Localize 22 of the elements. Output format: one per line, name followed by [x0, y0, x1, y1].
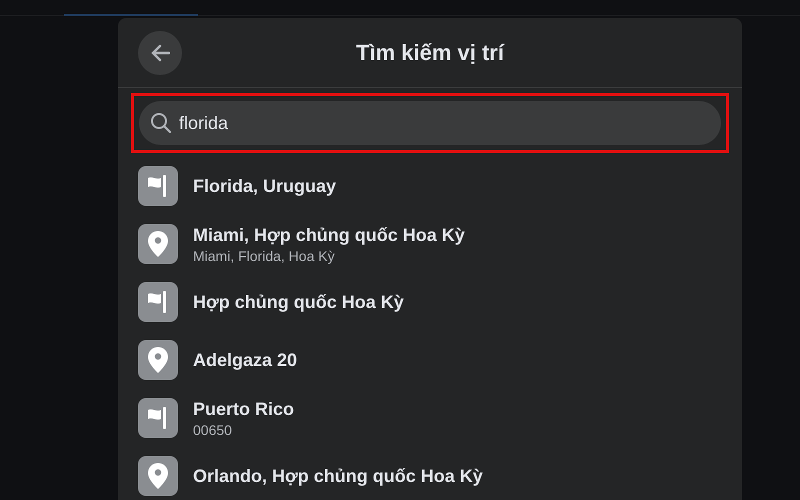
pin-icon [147, 230, 169, 258]
search-field[interactable]: florida [139, 101, 721, 145]
location-result[interactable]: Hợp chủng quốc Hoa Kỳ [118, 273, 742, 331]
result-subtitle: 00650 [193, 420, 233, 438]
result-title: Miami, Hợp chủng quốc Hoa Kỳ [193, 224, 465, 246]
result-title: Puerto Rico [193, 398, 294, 420]
location-result[interactable]: Puerto Rico 00650 [118, 389, 742, 447]
location-result[interactable]: Adelgaza 20 [118, 331, 742, 389]
result-subtitle: Miami, Florida, Hoa Kỳ [193, 246, 336, 264]
location-result[interactable]: Florida, Uruguay [118, 157, 742, 215]
pin-icon [147, 462, 169, 490]
result-title: Florida, Uruguay [193, 174, 336, 198]
result-title: Hợp chủng quốc Hoa Kỳ [193, 290, 404, 314]
result-title: Adelgaza 20 [193, 348, 298, 372]
location-result[interactable]: Miami, Hợp chủng quốc Hoa Kỳ Miami, Florida, Hoa Kỳ [118, 215, 742, 273]
back-button[interactable] [138, 31, 182, 75]
pin-icon [147, 346, 169, 374]
result-title: Orlando, Hợp chủng quốc Hoa Kỳ [193, 464, 483, 488]
dialog-title: Tìm kiếm vị trí [356, 39, 504, 67]
back-arrow-icon [150, 44, 170, 62]
location-result[interactable]: Orlando, Hợp chủng quốc Hoa Kỳ [118, 447, 742, 500]
search-icon [150, 112, 172, 134]
